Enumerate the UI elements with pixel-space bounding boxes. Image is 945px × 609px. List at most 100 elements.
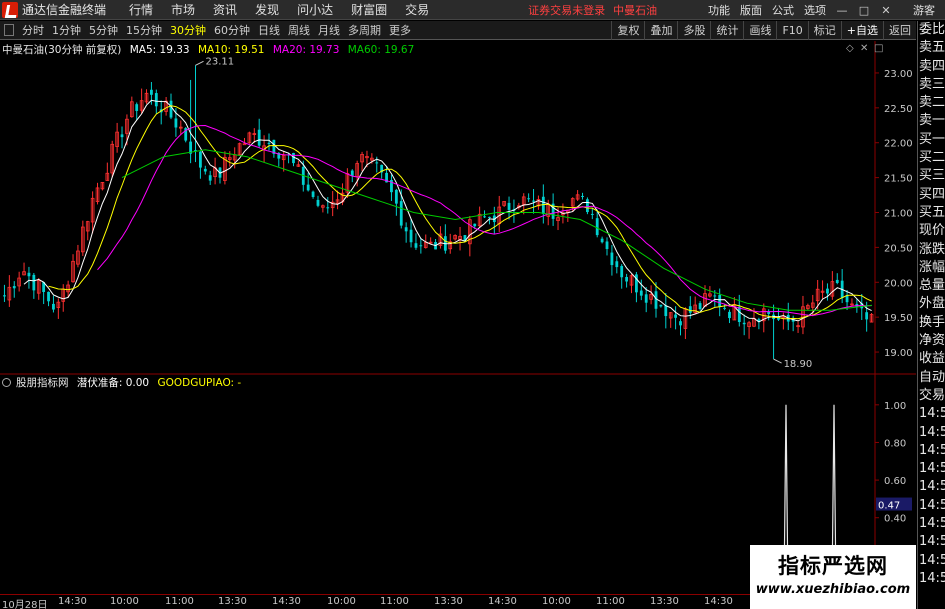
candle-body	[865, 312, 869, 320]
period-daily[interactable]: 日线	[254, 22, 284, 38]
high-marker	[195, 60, 204, 66]
legend-ma60: MA60: 19.67	[347, 44, 415, 56]
quote-label: 净资	[919, 333, 945, 349]
time-tick: 10:00	[110, 596, 139, 607]
indicator-legend: 股朋指标网 潜伏准备: 0.00 GOODGUPIAO: -	[2, 375, 246, 390]
menu-trade[interactable]: 交易	[396, 1, 438, 18]
candle-body	[306, 184, 310, 191]
menu-wealth-circle[interactable]: 财富圈	[342, 1, 396, 18]
chart-diamond-icon[interactable]: ◇	[846, 43, 854, 54]
price-axis-label: 22.00	[884, 139, 913, 150]
tool-statistics[interactable]: 统计	[710, 21, 743, 40]
watermark: 指标严选网 www.xuezhibiao.com	[750, 545, 916, 609]
period-15min[interactable]: 15分钟	[122, 22, 166, 38]
indicator-ready: 潜伏准备: 0.00	[76, 377, 150, 389]
menu-news[interactable]: 资讯	[204, 1, 246, 18]
quote-label: 卖五	[919, 40, 945, 56]
tool-mark[interactable]: 标记	[807, 21, 841, 40]
price-axis-label: 21.50	[884, 174, 913, 185]
candle-body	[737, 306, 741, 322]
chart-expand-icon[interactable]: □	[874, 43, 883, 54]
candle-body	[120, 134, 124, 138]
current-stock-name: 中曼石油	[613, 3, 658, 17]
indicator-gear-icon[interactable]	[2, 378, 11, 387]
candle-body	[742, 322, 746, 325]
candle-body	[532, 200, 535, 202]
quote-label: 14:56	[919, 552, 945, 568]
candle-body	[52, 303, 55, 310]
menu-options[interactable]: 选项	[799, 2, 831, 18]
chart-close-icon[interactable]: ✕	[860, 43, 868, 54]
candle-body	[541, 196, 545, 214]
minimize-button[interactable]: —	[831, 0, 853, 20]
candle-body	[414, 243, 418, 248]
period-1min[interactable]: 1分钟	[48, 22, 85, 38]
quote-label: 卖二	[919, 95, 945, 111]
candle-body	[483, 216, 486, 218]
quote-label: 买四	[919, 186, 945, 202]
menu-discover[interactable]: 发现	[246, 1, 288, 18]
tool-back[interactable]: 返回	[883, 21, 916, 40]
chart-canvas[interactable]: 23.00 22.50 22.00 21.50 21.00 20.50 20.00 19.50…	[0, 41, 916, 594]
tool-overlay[interactable]: 叠加	[644, 21, 677, 40]
period-monthly[interactable]: 月线	[314, 22, 344, 38]
candle-body	[586, 199, 589, 213]
candle-body	[473, 223, 477, 227]
close-button[interactable]: ✕	[875, 0, 897, 20]
kline-chart[interactable]: 23.00 22.50 22.00 21.50 21.00 20.50 20.00 19.50…	[0, 41, 916, 594]
period-weekly[interactable]: 周线	[284, 22, 314, 38]
high-label: 23.11	[206, 56, 235, 67]
sidebar-toggle-icon[interactable]	[4, 24, 14, 36]
candle-body	[698, 303, 702, 310]
tool-adjust[interactable]: 复权	[611, 21, 644, 40]
menu-function[interactable]: 功能	[703, 2, 735, 18]
quote-label: 14:56	[919, 406, 945, 422]
candle-body	[27, 272, 31, 277]
period-multi[interactable]: 多周期	[344, 22, 385, 38]
menu-ask[interactable]: 问小达	[288, 1, 342, 18]
menu-formula[interactable]: 公式	[767, 2, 799, 18]
candle-body	[326, 207, 330, 209]
menu-markets[interactable]: 市场	[162, 1, 204, 18]
time-tick: 11:00	[380, 596, 409, 607]
candle-body	[169, 100, 173, 118]
candle-body	[713, 295, 717, 297]
quote-panel: 委比 卖五 卖四 卖三 卖二 卖一 买一 买二 买三 买四 买五 现价 涨跌 涨幅 总量 外盘 换手 净资 收益 自动…	[917, 21, 945, 609]
legend-ma5: MA5: 19.33	[129, 44, 190, 56]
user-guest[interactable]: 游客	[897, 2, 945, 18]
candle-body	[394, 189, 398, 204]
candle-body	[644, 294, 648, 303]
candle-body	[316, 199, 320, 206]
candle-body	[826, 288, 829, 294]
candle-body	[679, 321, 682, 326]
quote-label: 14:56	[919, 442, 945, 458]
candle-body	[718, 295, 722, 307]
login-status[interactable]: 证券交易未登录	[528, 2, 605, 18]
period-more[interactable]: 更多	[385, 22, 415, 38]
tool-f10[interactable]: F10	[776, 21, 807, 40]
time-tick: 10月28日	[2, 600, 48, 609]
tool-draw[interactable]: 画线	[743, 21, 776, 40]
tool-add-favorite[interactable]: +自选	[840, 21, 883, 40]
crosshair-value: 0.47	[878, 501, 900, 512]
quote-label: 14:56	[919, 479, 945, 495]
candle-body	[242, 143, 247, 146]
menu-bar: 通达信金融终端 行情 市场 资讯 发现 问小达 财富圈 交易 证券交易未登录 中…	[0, 0, 945, 20]
period-toolbar: 分时 1分钟 5分钟 15分钟 30分钟 60分钟 日线 周线 月线 多周期 更…	[0, 21, 916, 40]
period-5min[interactable]: 5分钟	[85, 22, 122, 38]
ma60-line	[121, 149, 873, 311]
candle-body	[135, 104, 139, 111]
candle-body	[664, 305, 668, 317]
menu-layout[interactable]: 版面	[735, 2, 767, 18]
price-axis-label: 19.00	[884, 348, 913, 359]
quote-label: 14:56	[919, 570, 945, 586]
candle-body	[620, 265, 624, 278]
period-60min[interactable]: 60分钟	[210, 22, 254, 38]
menu-market-quotes[interactable]: 行情	[120, 1, 162, 18]
period-tick[interactable]: 分时	[18, 22, 48, 38]
maximize-button[interactable]: □	[853, 0, 875, 20]
ma20-line	[97, 124, 872, 317]
tool-multi-stock[interactable]: 多股	[677, 21, 710, 40]
quote-label: 卖一	[919, 113, 945, 129]
period-30min[interactable]: 30分钟	[166, 22, 210, 38]
